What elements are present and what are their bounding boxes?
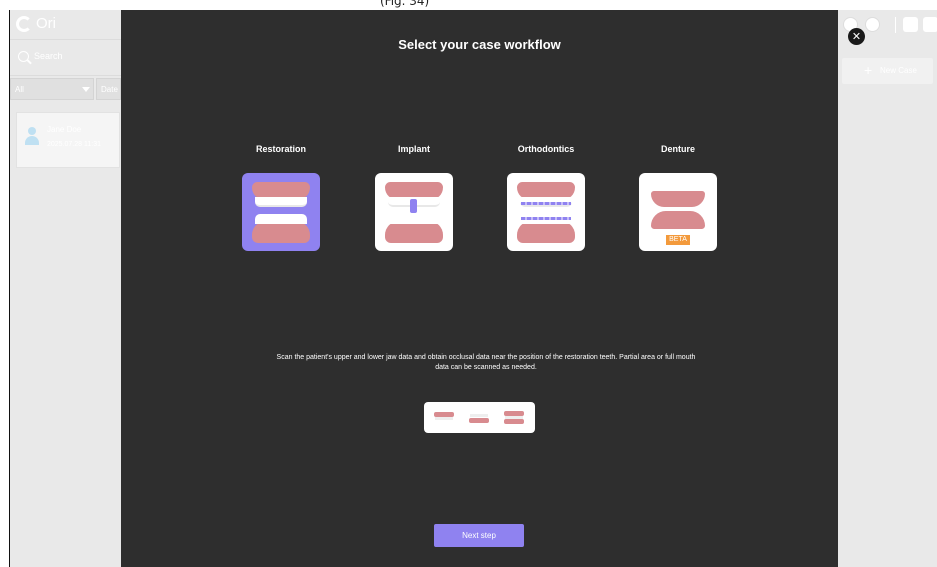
lower-gum	[385, 221, 443, 243]
lower-denture-gum	[651, 211, 705, 229]
patient-name: Jane Doe	[47, 125, 82, 134]
implant-post-icon	[410, 199, 417, 213]
dialog-title: Select your case workflow	[398, 37, 561, 52]
case-date: 2025.07.28 11:31	[47, 141, 101, 148]
close-icon[interactable]: ✕	[848, 28, 865, 45]
workflow-card-implant[interactable]	[375, 173, 453, 251]
scan-step-lower	[467, 409, 491, 426]
date-filter-label: Date	[101, 85, 118, 94]
new-case-button[interactable]: + New Case	[842, 58, 933, 84]
beta-badge: BETA	[666, 235, 690, 245]
workflow-label-orthodontics: Orthodontics	[517, 144, 575, 154]
upper-denture-gum	[651, 191, 705, 207]
lower-gum	[252, 221, 310, 243]
lower-teeth	[388, 214, 440, 224]
scan-step-occlusal	[502, 409, 526, 426]
figure-caption: (Fig. 34)	[380, 0, 430, 8]
sidebar-header: Ori	[10, 10, 121, 40]
top-strip: (Fig. 34)	[0, 0, 937, 10]
date-filter-button[interactable]: Date	[96, 78, 121, 100]
patient-avatar-icon	[25, 127, 39, 145]
scan-step-upper	[432, 409, 456, 426]
window-close-icon[interactable]	[923, 17, 937, 32]
status-filter-value: All	[15, 85, 24, 94]
scan-step-lower-gum	[469, 418, 489, 423]
scan-step-lower-teeth	[470, 414, 488, 417]
workflow-label-denture: Denture	[660, 144, 695, 154]
workflow-card-restoration[interactable]	[242, 173, 320, 251]
scan-step-occlusal-lower	[504, 419, 524, 424]
ori-logo-icon	[16, 16, 32, 32]
plus-icon: +	[864, 62, 873, 78]
workflow-label-restoration: Restoration	[255, 144, 306, 154]
upper-teeth	[255, 197, 307, 207]
lower-gum	[517, 221, 575, 243]
lower-teeth	[255, 214, 307, 224]
workflow-card-denture[interactable]: BETA	[639, 173, 717, 251]
workflow-label-implant: Implant	[397, 144, 430, 154]
gear-icon[interactable]	[865, 17, 880, 32]
search-icon	[18, 51, 29, 62]
chevron-down-icon	[82, 87, 90, 92]
workflow-description: Scan the patient's upper and lower jaw d…	[276, 354, 696, 371]
toolbar-divider	[895, 17, 896, 33]
next-step-button[interactable]: Next step	[434, 524, 524, 547]
minimize-icon[interactable]	[903, 17, 918, 32]
scan-step-upper-teeth	[435, 417, 453, 420]
case-list-item[interactable]: Jane Doe 2025.07.28 11:31	[16, 112, 120, 168]
search-input[interactable]: Search	[10, 40, 121, 76]
new-case-label: New Case	[880, 66, 917, 75]
upper-braces-icon	[521, 202, 571, 205]
lower-braces-icon	[521, 217, 571, 220]
search-placeholder: Search	[34, 51, 63, 61]
workflow-card-orthodontics[interactable]	[507, 173, 585, 251]
workflow-dialog: Select your case workflow Restoration Im…	[121, 10, 838, 567]
scan-steps-preview	[424, 402, 535, 433]
app-name: Ori	[36, 15, 56, 32]
case-sidebar: Ori Search All Date Jane Doe 2025.07.28 …	[10, 10, 121, 567]
right-panel: + New Case	[838, 10, 937, 567]
